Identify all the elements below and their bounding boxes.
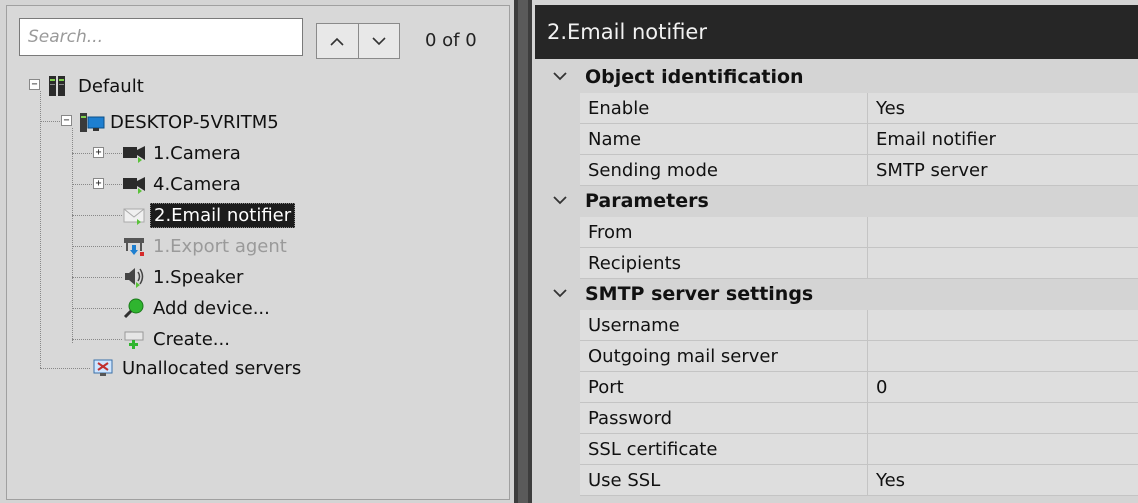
property-row-ssl-certificate[interactable]: SSL certificate (535, 434, 1138, 465)
next-match-button[interactable] (357, 24, 400, 58)
property-row-recipients[interactable]: Recipients (535, 248, 1138, 279)
previous-match-button[interactable] (317, 24, 358, 58)
property-row-from[interactable]: From (535, 217, 1138, 248)
chevron-up-icon (330, 37, 344, 46)
property-value[interactable]: Yes (868, 93, 1138, 124)
property-row-password[interactable]: Password (535, 403, 1138, 434)
tree-node-label: Create... (153, 328, 230, 350)
tree-node-speaker[interactable]: 1.Speaker (122, 263, 246, 291)
collapse-server-toggle[interactable]: − (61, 115, 72, 126)
property-value[interactable]: Email notifier (868, 124, 1138, 155)
property-name: Recipients (580, 248, 868, 279)
property-name: Sending mode (580, 155, 868, 186)
property-value[interactable]: 0 (868, 372, 1138, 403)
tree-node-email-notifier[interactable]: 2.Email notifier (122, 201, 296, 229)
property-row-username[interactable]: Username (535, 310, 1138, 341)
property-grid: Object identification Enable Yes Name Em… (535, 62, 1138, 496)
chevron-down-icon (372, 36, 386, 45)
tree-node-add-device[interactable]: Add device... (122, 294, 273, 322)
export-agent-icon (122, 235, 146, 257)
unallocated-monitor-icon (91, 357, 115, 379)
property-value[interactable] (868, 217, 1138, 248)
property-row-name[interactable]: Name Email notifier (535, 124, 1138, 155)
group-smtp-server-settings[interactable]: SMTP server settings (535, 279, 1138, 310)
collapse-default-toggle[interactable]: − (29, 79, 40, 90)
tree-node-camera-1[interactable]: 1.Camera (122, 139, 244, 167)
property-value[interactable] (868, 403, 1138, 434)
tree-node-create[interactable]: Create... (122, 325, 233, 353)
tree-node-label: 1.Speaker (153, 266, 244, 288)
chevron-down-icon (553, 72, 567, 81)
search-icon (122, 297, 146, 319)
tree-node-default[interactable]: Default (47, 72, 147, 100)
tree-node-label: 4.Camera (153, 173, 241, 195)
group-parameters[interactable]: Parameters (535, 186, 1138, 217)
property-value[interactable] (868, 341, 1138, 372)
create-icon (122, 328, 146, 350)
group-title: Object identification (585, 66, 804, 88)
panel-title: 2.Email notifier (535, 5, 1138, 59)
server-group-icon (47, 75, 71, 97)
property-value[interactable] (868, 434, 1138, 465)
match-count: 0 of 0 (425, 30, 477, 51)
tree-node-unallocated-servers[interactable]: Unallocated servers (91, 354, 304, 382)
tree-node-label: 2.Email notifier (150, 202, 296, 228)
property-name: Name (580, 124, 868, 155)
tree-node-camera-4[interactable]: 4.Camera (122, 170, 244, 198)
search-input[interactable] (19, 18, 303, 56)
tree-node-label: 1.Camera (153, 142, 241, 164)
property-row-use-ssl[interactable]: Use SSL Yes (535, 465, 1138, 496)
property-row-port[interactable]: Port 0 (535, 372, 1138, 403)
speaker-icon (122, 266, 146, 288)
chevron-down-icon (553, 196, 567, 205)
property-value[interactable] (868, 310, 1138, 341)
property-row-sending-mode[interactable]: Sending mode SMTP server (535, 155, 1138, 186)
property-name: Username (580, 310, 868, 341)
panel-splitter[interactable] (514, 0, 532, 503)
group-object-identification[interactable]: Object identification (535, 62, 1138, 93)
object-tree-panel: 0 of 0 − Default − (6, 5, 510, 500)
envelope-icon (122, 204, 146, 226)
tree-node-label: Default (78, 75, 144, 97)
property-row-outgoing-mail-server[interactable]: Outgoing mail server (535, 341, 1138, 372)
tree-node-label: DESKTOP-5VRITM5 (110, 111, 279, 133)
property-name: From (580, 217, 868, 248)
property-name: Use SSL (580, 465, 868, 496)
property-value[interactable]: Yes (868, 465, 1138, 496)
tree-node-label: Add device... (153, 297, 270, 319)
property-name: Enable (580, 93, 868, 124)
camera-icon (122, 173, 146, 195)
property-name: SSL certificate (580, 434, 868, 465)
search-navigation (316, 23, 400, 59)
tree-node-label: Unallocated servers (122, 357, 302, 379)
chevron-down-icon (553, 289, 567, 298)
tree-node-server[interactable]: DESKTOP-5VRITM5 (79, 108, 282, 136)
expand-camera-1-toggle[interactable]: + (93, 147, 104, 158)
property-name: Outgoing mail server (580, 341, 868, 372)
property-name: Password (580, 403, 868, 434)
group-title: SMTP server settings (585, 283, 814, 305)
property-row-enable[interactable]: Enable Yes (535, 93, 1138, 124)
properties-panel: 2.Email notifier Object identification E… (535, 5, 1138, 500)
camera-icon (122, 142, 146, 164)
computer-icon (79, 111, 105, 133)
property-name: Port (580, 372, 868, 403)
tree-node-label: 1.Export agent (153, 235, 287, 257)
property-value[interactable]: SMTP server (868, 155, 1138, 186)
property-value[interactable] (868, 248, 1138, 279)
tree-node-export-agent[interactable]: 1.Export agent (122, 232, 290, 260)
expand-camera-4-toggle[interactable]: + (93, 178, 104, 189)
group-title: Parameters (585, 190, 709, 212)
